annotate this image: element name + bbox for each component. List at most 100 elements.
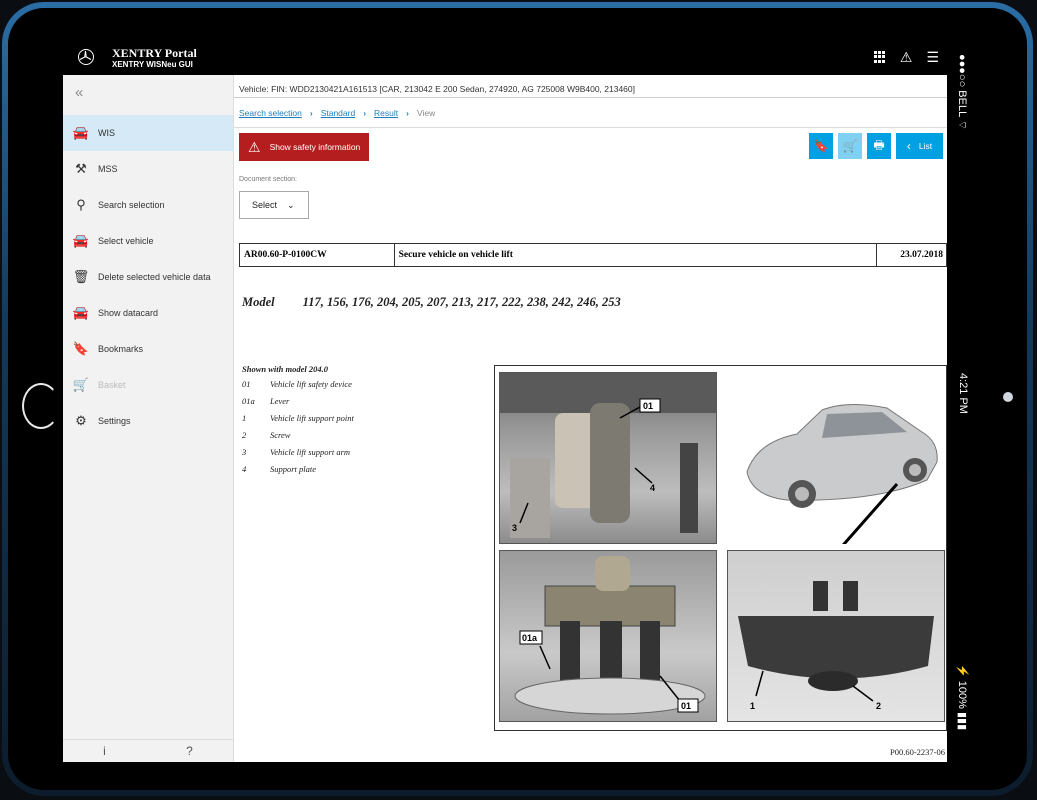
- breadcrumb-search-selection[interactable]: Search selection: [239, 108, 302, 118]
- tools-icon: ⚒: [75, 161, 87, 176]
- model-label: Model: [242, 295, 275, 309]
- callout-label: 2: [876, 701, 881, 711]
- chevron-right-icon: ›: [309, 108, 313, 118]
- sidebar-item-label: Search selection: [98, 200, 165, 210]
- sidebar: « 🚘 WIS ⚒ MSS ⚲ Search selection 🚘 Selec…: [63, 75, 234, 762]
- basket-button[interactable]: 🛒: [838, 133, 862, 159]
- camera-icon: [1003, 392, 1013, 402]
- info-icon[interactable]: i: [103, 744, 106, 758]
- figure-code: P00.60-2237-06: [889, 747, 945, 757]
- print-button[interactable]: 🖶: [867, 133, 891, 159]
- legend-item: 01 Vehicle lift safety device: [242, 379, 354, 396]
- legend-item: 2 Screw: [242, 430, 354, 447]
- home-button[interactable]: [22, 383, 60, 429]
- divider: [234, 127, 947, 128]
- callout-label: 3: [512, 523, 517, 533]
- car-front-icon: 🚘: [72, 233, 90, 248]
- sidebar-item-select-vehicle[interactable]: 🚘 Select vehicle: [63, 223, 233, 259]
- list-button-label: List: [918, 141, 933, 151]
- callout-label: 01a: [522, 633, 538, 643]
- document-toolbar: 🔖 🛒 🖶 ‹ List: [809, 133, 943, 159]
- sidebar-item-label: WIS: [98, 128, 115, 138]
- apps-grid-icon[interactable]: [873, 51, 886, 63]
- illustration-car: [727, 372, 943, 544]
- signal-carrier: ●●●○○ BELL ⌔: [955, 54, 969, 130]
- menu-icon[interactable]: ☰: [926, 50, 939, 64]
- collapse-sidebar-icon[interactable]: «: [75, 84, 83, 101]
- legend-text: Vehicle lift support arm: [270, 447, 351, 457]
- select-value: Select: [252, 200, 278, 210]
- document-section-label: Document section:: [239, 176, 297, 183]
- breadcrumb-standard[interactable]: Standard: [321, 108, 356, 118]
- safety-button-label: Show safety information: [269, 142, 361, 152]
- app-screen: XENTRY Portal XENTRY WISNeu GUI ⚠ ☰ « 🚘 …: [63, 40, 947, 762]
- sidebar-item-show-datacard[interactable]: 🚘 Show datacard: [63, 295, 233, 331]
- battery-percent: 100%: [956, 680, 968, 709]
- model-line: Model 117, 156, 176, 204, 205, 207, 213,…: [242, 295, 621, 310]
- sidebar-item-wis[interactable]: 🚘 WIS: [63, 115, 233, 151]
- mercedes-logo-icon: [78, 49, 94, 65]
- breadcrumb-result[interactable]: Result: [374, 108, 398, 118]
- car-datacard-icon: 🚘: [72, 305, 90, 320]
- car-front-icon: 🚘: [72, 125, 90, 140]
- battery-status: ⚡ 100% ▮▮▮: [956, 664, 969, 730]
- chevron-left-icon: ‹: [906, 139, 911, 153]
- legend-item: 01a Lever: [242, 396, 354, 413]
- document-header-table: AR00.60-P-0100CW Secure vehicle on vehic…: [239, 243, 947, 267]
- sidebar-item-delete-vehicle-data[interactable]: 🗑 Delete selected vehicle data: [63, 259, 233, 295]
- legend-key: 1: [242, 413, 247, 423]
- callout-label: 01: [681, 701, 691, 711]
- wifi-icon: ⌔: [956, 119, 968, 131]
- legend-key: 01: [242, 379, 251, 389]
- basket-icon: 🛒: [72, 377, 90, 392]
- trash-icon: 🗑: [72, 269, 90, 284]
- document-section-select[interactable]: Select ⌄: [239, 191, 309, 219]
- breadcrumb: Search selection › Standard › Result › V…: [239, 108, 435, 118]
- help-icon[interactable]: ?: [186, 744, 193, 758]
- technical-illustration: 01 4 3 01a 01 1 2: [494, 365, 947, 731]
- sidebar-nav: 🚘 WIS ⚒ MSS ⚲ Search selection 🚘 Select …: [63, 115, 233, 439]
- photo-support-plate: 1 2: [727, 550, 945, 722]
- legend-key: 2: [242, 430, 247, 440]
- sidebar-item-label: Select vehicle: [98, 236, 154, 246]
- photo-lever: 01a 01: [499, 550, 717, 722]
- sidebar-item-basket[interactable]: 🛒 Basket: [63, 367, 233, 403]
- sidebar-item-search-selection[interactable]: ⚲ Search selection: [63, 187, 233, 223]
- breadcrumb-current: View: [416, 108, 436, 118]
- device-status-bar: ●●●○○ BELL ⌔ 4:21 PM ⚡ 100% ▮▮▮: [947, 40, 977, 762]
- sidebar-item-label: Settings: [98, 416, 131, 426]
- callout-label: 01: [643, 401, 653, 411]
- document-date: 23.07.2018: [900, 250, 943, 260]
- carrier-label: BELL: [956, 90, 968, 117]
- gear-icon: ⚙: [75, 413, 87, 428]
- callout-label: 1: [750, 701, 755, 711]
- sidebar-item-label: Delete selected vehicle data: [98, 272, 211, 282]
- legend-item: 3 Vehicle lift support arm: [242, 447, 354, 464]
- legend-item: 4 Support plate: [242, 464, 354, 481]
- app-subtitle: XENTRY WISNeu GUI: [112, 60, 193, 69]
- legend-text: Vehicle lift safety device: [270, 379, 352, 389]
- bookmark-button[interactable]: 🔖: [809, 133, 833, 159]
- model-list: 117, 156, 176, 204, 205, 207, 213, 217, …: [302, 295, 621, 309]
- chevron-right-icon: ›: [406, 108, 409, 118]
- legend-text: Screw: [270, 430, 291, 440]
- sidebar-item-bookmarks[interactable]: 🔖 Bookmarks: [63, 331, 233, 367]
- sidebar-item-settings[interactable]: ⚙ Settings: [63, 403, 233, 439]
- top-bar: XENTRY Portal XENTRY WISNeu GUI ⚠ ☰: [63, 40, 947, 75]
- vehicle-info: Vehicle: FIN: WDD2130421A161513 [CAR, 21…: [234, 75, 947, 98]
- sidebar-item-label: MSS: [98, 164, 118, 174]
- clock: 4:21 PM: [957, 373, 969, 414]
- basket-icon: 🛒: [842, 139, 858, 153]
- document-title: Secure vehicle on vehicle lift: [395, 244, 878, 266]
- legend-text: Lever: [270, 396, 290, 406]
- chevron-down-icon: ⌄: [287, 199, 295, 210]
- legend-heading: Shown with model 204.0: [242, 364, 328, 374]
- sidebar-item-mss[interactable]: ⚒ MSS: [63, 151, 233, 187]
- back-to-list-button[interactable]: ‹ List: [896, 133, 943, 159]
- warning-icon[interactable]: ⚠: [900, 50, 913, 64]
- show-safety-information-button[interactable]: ⚠ Show safety information: [239, 133, 369, 161]
- legend-key: 4: [242, 464, 247, 474]
- legend-key: 3: [242, 447, 247, 457]
- callout-label: 4: [650, 483, 655, 493]
- battery-icon: ▮▮▮: [956, 711, 968, 731]
